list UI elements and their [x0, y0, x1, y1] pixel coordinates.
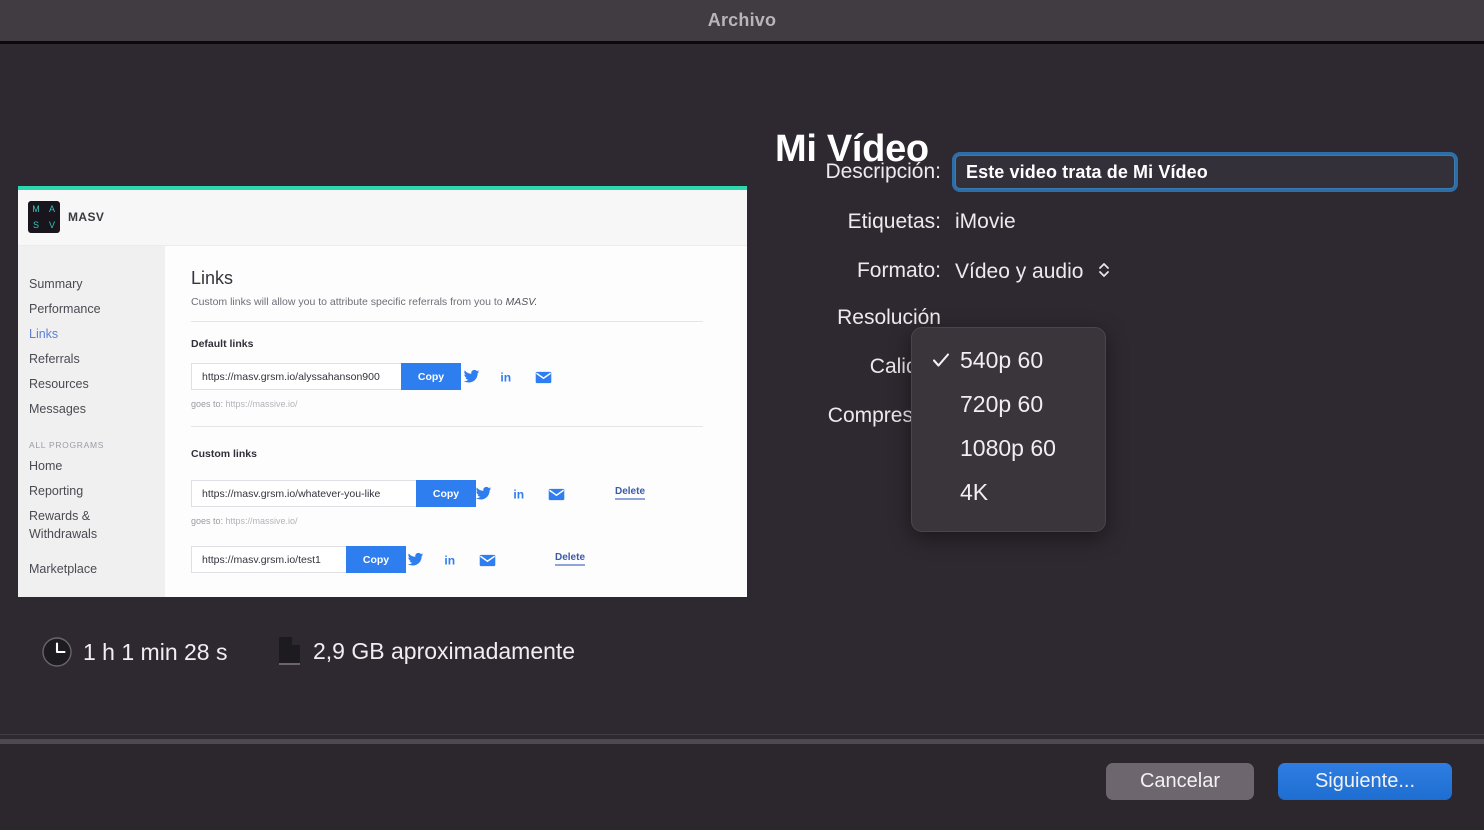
tags-row: Etiquetas: iMovie [775, 210, 1016, 234]
goes-to-text-0: goes to: https://massive.io/ [191, 399, 298, 409]
menu-item-label: 720p 60 [960, 391, 1043, 418]
sidebar-item-summary[interactable]: Summary [29, 277, 82, 292]
logo-letter-s: S [33, 221, 39, 230]
menu-item-540p60[interactable]: 540p 60 [912, 338, 1105, 382]
custom-links-label: Custom links [191, 448, 257, 460]
links-heading: Links [191, 268, 233, 289]
menu-item-4k[interactable]: 4K [912, 470, 1105, 514]
sidebar-item-messages[interactable]: Messages [29, 402, 86, 417]
cancel-button[interactable]: Cancelar [1106, 763, 1254, 800]
link-url-input-0[interactable]: https://masv.grsm.io/alyssahanson900 [191, 363, 401, 390]
sidebar-item-withdrawals[interactable]: Withdrawals [29, 527, 97, 542]
menu-item-label: 4K [960, 479, 988, 506]
description-input[interactable]: Este video trata de Mi Vídeo [955, 155, 1455, 189]
description-row: Descripción: Este video trata de Mi Víde… [775, 155, 1455, 189]
footer-divider [0, 734, 1484, 735]
dialog-footer [0, 744, 1484, 830]
sidebar-item-referrals[interactable]: Referrals [29, 352, 80, 367]
masv-header: M A S V MASV [18, 190, 747, 246]
filesize-text: 2,9 GB aproximadamente [313, 638, 575, 665]
delete-link-2[interactable]: Delete [555, 552, 585, 566]
twitter-icon[interactable] [407, 551, 424, 568]
copy-button-2[interactable]: Copy [346, 546, 406, 573]
video-preview-thumbnail[interactable]: M A S V MASV Summary Performance Links R… [18, 186, 747, 597]
masv-content: Links Custom links will allow you to att… [165, 246, 747, 597]
masv-wordmark: MASV [68, 210, 104, 224]
sidebar-item-performance[interactable]: Performance [29, 302, 101, 317]
checkmark-icon [932, 351, 950, 369]
chevron-updown-icon [1096, 258, 1112, 282]
menu-item-1080p60[interactable]: 1080p 60 [912, 426, 1105, 470]
logo-letter-a: A [49, 205, 55, 214]
links-subheading: Custom links will allow you to attribute… [191, 296, 537, 308]
table-row: https://masv.grsm.io/whatever-you-like C… [191, 480, 476, 507]
masv-logo-icon: M A S V [28, 201, 60, 233]
title-bar: Archivo [0, 0, 1484, 41]
menu-item-label: 540p 60 [960, 347, 1043, 374]
sidebar-item-marketplace[interactable]: Marketplace [29, 562, 97, 577]
table-row: https://masv.grsm.io/test1 Copy [191, 546, 406, 573]
masv-sidebar: Summary Performance Links Referrals Reso… [18, 246, 165, 597]
twitter-icon[interactable] [475, 485, 492, 502]
tags-value[interactable]: iMovie [955, 210, 1016, 234]
format-label: Formato: [775, 259, 955, 283]
table-row: https://masv.grsm.io/alyssahanson900 Cop… [191, 363, 461, 390]
links-subheading-text: Custom links will allow you to attribute… [191, 296, 506, 308]
next-button[interactable]: Siguiente... [1278, 763, 1452, 800]
sidebar-section-all-programs: ALL PROGRAMS [29, 440, 104, 450]
sidebar-item-reporting[interactable]: Reporting [29, 484, 83, 499]
link-url-input-1[interactable]: https://masv.grsm.io/whatever-you-like [191, 480, 416, 507]
masv-content-panel: Links Custom links will allow you to att… [165, 246, 747, 597]
goes-to-prefix-1: goes to: [191, 516, 226, 526]
goes-to-text-1: goes to: https://massive.io/ [191, 516, 298, 526]
logo-letter-m: M [32, 205, 40, 214]
goes-to-url-0: https://massive.io/ [226, 399, 298, 409]
email-icon[interactable] [548, 486, 565, 503]
format-value: Vídeo y audio [955, 260, 1083, 283]
sidebar-item-links[interactable]: Links [29, 327, 58, 342]
description-label: Descripción: [775, 160, 955, 184]
clock-icon [42, 637, 72, 667]
menu-item-720p60[interactable]: 720p 60 [912, 382, 1105, 426]
duration-status: 1 h 1 min 28 s [42, 637, 227, 667]
logo-letter-v: V [49, 221, 55, 230]
links-divider-mid [191, 426, 703, 427]
linkedin-icon[interactable]: in [512, 485, 529, 502]
copy-button-0[interactable]: Copy [401, 363, 461, 390]
default-links-label: Default links [191, 338, 253, 350]
linkedin-icon[interactable]: in [499, 368, 516, 385]
email-icon[interactable] [535, 369, 552, 386]
svg-text:in: in [500, 370, 511, 384]
dialog-body: M A S V MASV Summary Performance Links R… [0, 44, 1484, 734]
linkedin-icon[interactable]: in [443, 551, 460, 568]
goes-to-prefix-0: goes to: [191, 399, 226, 409]
format-row: Formato: Vídeo y audio [775, 258, 1112, 284]
filesize-status: 2,9 GB aproximadamente [277, 636, 575, 666]
resolution-popup-menu[interactable]: 540p 60 720p 60 1080p 60 4K [911, 327, 1106, 532]
archivo-export-dialog: Archivo M A S V MASV Summary Performance… [0, 0, 1484, 830]
sidebar-item-home[interactable]: Home [29, 459, 62, 474]
twitter-icon[interactable] [463, 368, 480, 385]
menu-item-label: 1080p 60 [960, 435, 1056, 462]
sidebar-item-resources[interactable]: Resources [29, 377, 89, 392]
delete-link-1[interactable]: Delete [615, 486, 645, 500]
sidebar-item-rewards[interactable]: Rewards & [29, 509, 90, 524]
duration-text: 1 h 1 min 28 s [83, 639, 227, 666]
window-title: Archivo [708, 10, 776, 31]
svg-text:in: in [444, 553, 455, 567]
document-icon [277, 636, 302, 666]
link-url-input-2[interactable]: https://masv.grsm.io/test1 [191, 546, 346, 573]
format-popup-button[interactable]: Vídeo y audio [955, 258, 1112, 284]
email-icon[interactable] [479, 552, 496, 569]
tags-label: Etiquetas: [775, 210, 955, 234]
links-subheading-em: MASV. [506, 296, 538, 308]
svg-text:in: in [513, 487, 524, 501]
goes-to-url-1: https://massive.io/ [226, 516, 298, 526]
links-divider-top [191, 321, 703, 322]
copy-button-1[interactable]: Copy [416, 480, 476, 507]
